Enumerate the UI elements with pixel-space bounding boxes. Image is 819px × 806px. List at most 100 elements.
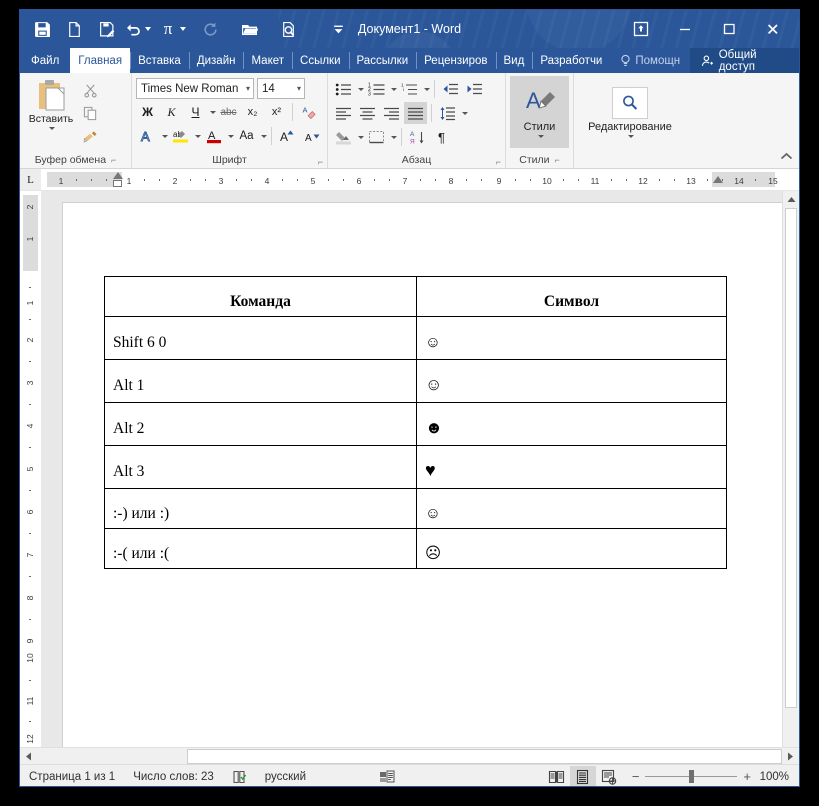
bullets-button[interactable] [332, 78, 355, 100]
decrease-indent-button[interactable] [439, 78, 462, 100]
font-color-button[interactable]: A [202, 125, 225, 147]
shading-button[interactable] [332, 126, 355, 148]
minimize-icon[interactable] [663, 12, 707, 46]
styles-dialog-launcher-icon[interactable]: ⌐ [554, 155, 559, 165]
underline-dropdown-icon[interactable] [210, 110, 216, 114]
align-center-button[interactable] [356, 102, 379, 124]
horizontal-scroll-track[interactable] [37, 748, 782, 764]
change-case-dropdown-icon[interactable] [261, 134, 267, 138]
shading-dropdown-icon[interactable] [358, 135, 364, 139]
bold-button[interactable]: Ж [136, 101, 159, 123]
borders-dropdown-icon[interactable] [391, 135, 397, 139]
equation-icon[interactable]: π [157, 15, 179, 43]
print-preview-icon[interactable] [272, 15, 304, 43]
tab-developer[interactable]: Разработчи [532, 48, 610, 73]
table-row[interactable]: Alt 2 ☻ [104, 402, 727, 446]
horizontal-scroll-thumb[interactable] [187, 748, 782, 764]
styles-button[interactable]: A Стили [510, 76, 569, 148]
font-family-combo[interactable]: Times New Roman ▾ [136, 78, 254, 99]
paragraph-dialog-launcher-icon[interactable]: ⌐ [496, 157, 501, 167]
clipboard-dialog-launcher-icon[interactable]: ⌐ [111, 155, 116, 165]
superscript-button[interactable]: x² [265, 101, 288, 123]
proofing-check-icon[interactable] [223, 765, 256, 786]
editing-button[interactable]: Редактирование [582, 76, 678, 148]
multilevel-list-button[interactable]: 1i [398, 78, 421, 100]
tab-layout[interactable]: Макет [243, 48, 292, 73]
underline-button[interactable]: Ч [184, 101, 207, 123]
maximize-icon[interactable] [707, 12, 751, 46]
sort-button[interactable]: AЯ [406, 126, 429, 148]
font-size-dropdown-icon[interactable]: ▾ [293, 84, 301, 93]
read-mode-icon[interactable] [544, 766, 570, 787]
zoom-level-label[interactable]: 100% [757, 771, 789, 783]
editing-dropdown-icon[interactable] [628, 134, 634, 138]
numbering-button[interactable]: 123 [365, 78, 388, 100]
customize-qat-icon[interactable] [322, 15, 354, 43]
change-case-button[interactable]: Aa [235, 125, 258, 147]
grow-font-button[interactable]: A [276, 125, 299, 147]
copy-button[interactable] [78, 103, 102, 124]
zoom-slider-track[interactable] [645, 770, 738, 783]
font-color-dropdown-icon[interactable] [228, 134, 234, 138]
left-indent-marker[interactable] [113, 180, 122, 187]
web-layout-icon[interactable] [596, 766, 622, 787]
styles-dropdown-icon[interactable] [537, 135, 544, 138]
scroll-right-icon[interactable] [782, 748, 799, 765]
undo-dropdown-icon[interactable] [145, 27, 151, 31]
tab-stop-selector[interactable]: L [20, 169, 41, 190]
equation-dropdown-icon[interactable] [180, 27, 186, 31]
line-spacing-dropdown-icon[interactable] [462, 111, 468, 115]
format-painter-button[interactable] [78, 126, 102, 147]
ribbon-display-options-icon[interactable] [619, 12, 663, 46]
font-dialog-launcher-icon[interactable]: ⌐ [318, 157, 323, 167]
vertical-ruler[interactable]: 2 1 1 2 3 4 5 6 7 8 9 10 11 12 [20, 191, 41, 747]
cut-button[interactable] [78, 80, 102, 101]
symbols-table[interactable]: Команда Символ Shift 6 0 ☺ Alt 1 ☺ Alt 2… [104, 276, 727, 569]
equation-group[interactable]: π [157, 15, 186, 43]
close-icon[interactable] [751, 12, 795, 46]
bullets-dropdown-icon[interactable] [358, 87, 364, 91]
clear-formatting-button[interactable]: A [297, 101, 320, 123]
collapse-ribbon-icon[interactable] [780, 152, 793, 164]
italic-button[interactable]: К [160, 101, 183, 123]
scroll-left-icon[interactable] [20, 748, 37, 765]
numbering-dropdown-icon[interactable] [391, 87, 397, 91]
tab-home[interactable]: Главная [70, 48, 131, 73]
highlight-dropdown-icon[interactable] [195, 134, 201, 138]
zoom-out-button[interactable]: − [632, 769, 640, 784]
share-button[interactable]: Общий доступ [690, 48, 799, 73]
table-row[interactable]: :-) или :) ☺ [104, 488, 727, 529]
horizontal-scrollbar[interactable] [20, 747, 799, 764]
line-spacing-button[interactable] [436, 102, 459, 124]
increase-indent-button[interactable] [463, 78, 486, 100]
document-page[interactable]: Команда Символ Shift 6 0 ☺ Alt 1 ☺ Alt 2… [62, 202, 782, 747]
table-row[interactable]: :-( или :( ☹ [104, 528, 727, 569]
zoom-slider-thumb[interactable] [689, 770, 695, 783]
tab-file[interactable]: Файл [20, 48, 70, 73]
tell-me-box[interactable]: Помощн [610, 48, 690, 73]
save-as-icon[interactable] [90, 15, 122, 43]
multilevel-dropdown-icon[interactable] [424, 87, 430, 91]
font-family-dropdown-icon[interactable]: ▾ [242, 84, 250, 93]
tab-view[interactable]: Вид [495, 48, 533, 73]
highlight-button[interactable]: ab [169, 125, 192, 147]
zoom-in-button[interactable]: + [743, 769, 751, 784]
right-indent-marker[interactable] [713, 176, 723, 183]
text-effects-button[interactable]: A [136, 125, 159, 147]
table-row[interactable]: Alt 3 ♥ [104, 445, 727, 489]
new-document-icon[interactable] [58, 15, 90, 43]
save-icon[interactable] [26, 15, 58, 43]
scroll-up-icon[interactable] [783, 191, 799, 208]
font-size-combo[interactable]: 14 ▾ [257, 78, 305, 99]
undo-group[interactable] [122, 15, 151, 43]
tab-design[interactable]: Дизайн [188, 48, 244, 73]
align-right-button[interactable] [380, 102, 403, 124]
tab-review[interactable]: Рецензиров [416, 48, 495, 73]
text-effects-dropdown-icon[interactable] [162, 134, 168, 138]
horizontal-ruler[interactable]: 1 1 2 3 4 5 6 7 8 9 10 11 12 13 14 15 [47, 172, 778, 187]
tab-mailings[interactable]: Рассылки [348, 48, 417, 73]
undo-icon[interactable] [122, 15, 144, 43]
macro-record-icon[interactable] [315, 765, 404, 786]
paste-dropdown-icon[interactable] [49, 127, 55, 130]
align-left-button[interactable] [332, 102, 355, 124]
